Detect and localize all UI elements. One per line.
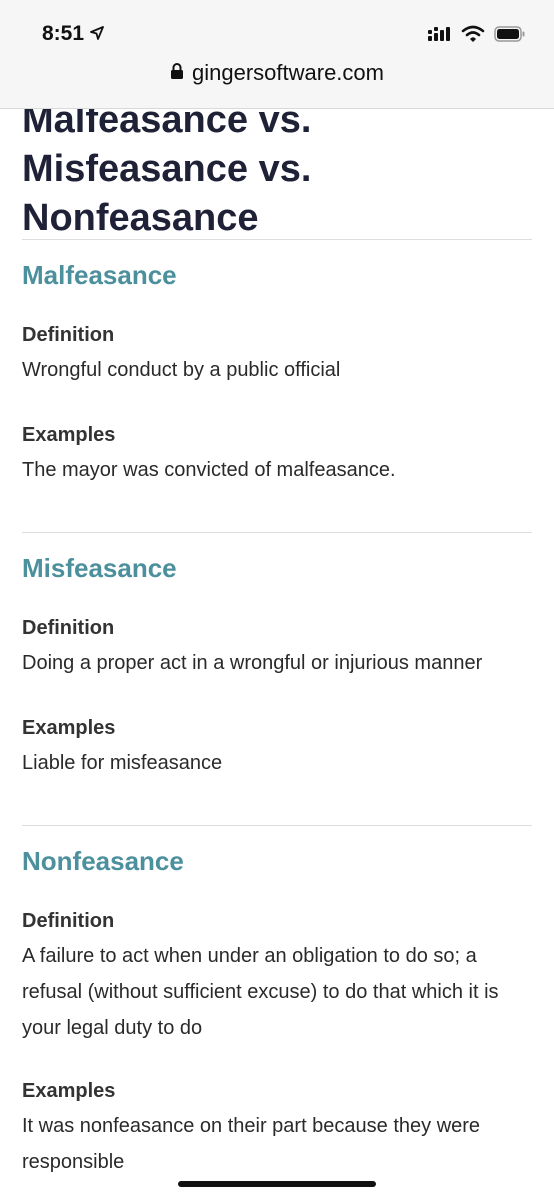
term-heading-misfeasance: Misfeasance xyxy=(22,553,177,583)
definition-text: A failure to act when under an obligatio… xyxy=(22,945,499,1039)
battery-icon xyxy=(494,25,526,47)
examples-label: Examples xyxy=(22,424,116,446)
lock-icon xyxy=(170,60,184,86)
wifi-icon xyxy=(461,25,485,47)
definition-label: Definition xyxy=(22,910,115,932)
location-arrow-icon xyxy=(90,22,104,46)
section-divider xyxy=(22,532,532,533)
signal-icon xyxy=(428,26,452,47)
term-heading-nonfeasance: Nonfeasance xyxy=(22,846,184,876)
definition-label: Definition xyxy=(22,324,115,346)
url-text: gingersoftware.com xyxy=(192,60,384,85)
status-icons xyxy=(428,25,526,47)
definition-text: Wrongful conduct by a public official xyxy=(22,359,341,381)
browser-top-bar: 8:51 gingersoftware.com xyxy=(0,0,554,109)
address-bar[interactable]: gingersoftware.com xyxy=(0,60,554,86)
examples-label: Examples xyxy=(22,717,116,739)
examples-text: Liable for misfeasance xyxy=(22,752,223,774)
definition-label: Definition xyxy=(22,617,115,639)
page-title: Malfeasance vs. Misfeasance vs. Nonfeasa… xyxy=(22,99,312,239)
definition-text: Doing a proper act in a wrongful or inju… xyxy=(22,652,483,674)
section-divider xyxy=(22,239,532,240)
status-time: 8:51 xyxy=(42,22,104,46)
section-divider xyxy=(22,825,532,826)
term-heading-malfeasance: Malfeasance xyxy=(22,260,177,290)
examples-text: It was nonfeasance on their part because… xyxy=(22,1115,481,1173)
home-indicator[interactable] xyxy=(178,1181,376,1187)
status-time-text: 8:51 xyxy=(42,22,85,45)
examples-label: Examples xyxy=(22,1080,116,1102)
examples-text: The mayor was convicted of malfeasance. xyxy=(22,459,396,481)
